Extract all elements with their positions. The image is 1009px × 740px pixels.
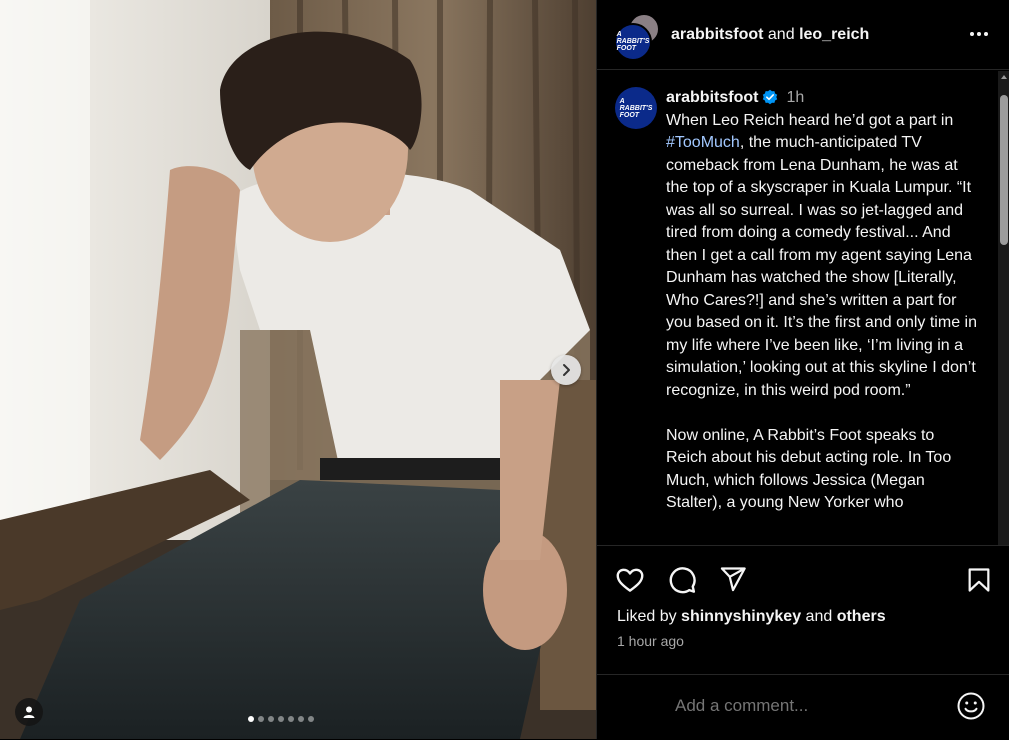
caption-scroll-area[interactable]: A RABBIT'S FOOT arabbitsfoot 1h When Leo Re… <box>597 71 1009 545</box>
caption-text: When Leo Reich heard he’d got a part in … <box>666 110 978 515</box>
bookmark-icon[interactable] <box>965 565 993 595</box>
tagged-users-button[interactable] <box>15 698 43 726</box>
header-usernames: arabbitsfoot and leo_reich <box>671 26 869 44</box>
user-tag-icon <box>23 706 35 718</box>
hashtag-link[interactable]: #TooMuch <box>666 134 740 151</box>
post-image <box>0 0 596 739</box>
header-connector: and <box>767 25 795 43</box>
post-timestamp[interactable]: 1 hour ago <box>617 633 684 649</box>
brand-logo: A RABBIT'S FOOT <box>616 31 650 52</box>
carousel-dot <box>268 716 274 722</box>
brand-logo-small: A RABBIT'S FOOT <box>619 97 653 119</box>
liked-others[interactable]: others <box>837 608 886 625</box>
likes-summary: Liked by shinnyshinykey and others <box>617 608 886 626</box>
scrollbar-thumb[interactable] <box>1000 95 1008 245</box>
header-user-leo-reich[interactable]: leo_reich <box>799 26 869 43</box>
collab-avatars[interactable]: A RABBIT'S FOOT <box>614 12 660 61</box>
liked-connector: and <box>805 608 833 625</box>
carousel-indicator <box>248 716 314 722</box>
caption-text-part1: When Leo Reich heard he’d got a part in <box>666 111 954 129</box>
send-icon[interactable] <box>719 565 747 593</box>
caption-paragraph-2: Now online, A Rabbit’s Foot speaks to Re… <box>666 426 952 512</box>
chevron-right-icon <box>563 364 570 376</box>
caption-scrollbar[interactable] <box>998 71 1009 545</box>
verified-badge-icon <box>763 89 778 105</box>
post-actions: Liked by shinnyshinykey and others 1 hou… <box>597 545 1009 740</box>
post-details-panel: A RABBIT'S FOOT arabbitsfoot and leo_reich… <box>596 0 1009 739</box>
comment-bar <box>597 674 1009 740</box>
carousel-dot <box>258 716 264 722</box>
post-header: A RABBIT'S FOOT arabbitsfoot and leo_reich <box>597 0 1009 70</box>
comment-input[interactable] <box>673 695 937 717</box>
carousel-dot <box>248 716 254 722</box>
comment-icon[interactable] <box>667 565 697 595</box>
avatar-arabbitsfoot[interactable]: A RABBIT'S FOOT <box>614 22 652 61</box>
carousel-dot <box>278 716 284 722</box>
carousel-dot <box>288 716 294 722</box>
liked-by-label: Liked by <box>617 608 677 625</box>
carousel-dot <box>298 716 304 722</box>
caption-time: 1h <box>786 89 805 106</box>
next-photo-button[interactable] <box>551 355 581 385</box>
carousel-dot <box>308 716 314 722</box>
heart-icon[interactable] <box>615 565 645 595</box>
liked-by-user[interactable]: shinnyshinykey <box>681 608 801 625</box>
caption-text-part2: , the much-anticipated TV comeback from … <box>666 134 977 399</box>
header-user-arabbitsfoot[interactable]: arabbitsfoot <box>671 26 763 43</box>
more-horizontal-icon[interactable] <box>967 22 991 46</box>
smiley-icon[interactable] <box>956 691 986 721</box>
post-photo[interactable] <box>0 0 596 739</box>
caption-avatar[interactable]: A RABBIT'S FOOT <box>615 87 657 129</box>
caption-body: arabbitsfoot 1h When Leo Reich heard he’d… <box>666 87 978 515</box>
scroll-up-arrow-icon[interactable] <box>1001 75 1007 79</box>
caption-username[interactable]: arabbitsfoot <box>666 89 758 106</box>
